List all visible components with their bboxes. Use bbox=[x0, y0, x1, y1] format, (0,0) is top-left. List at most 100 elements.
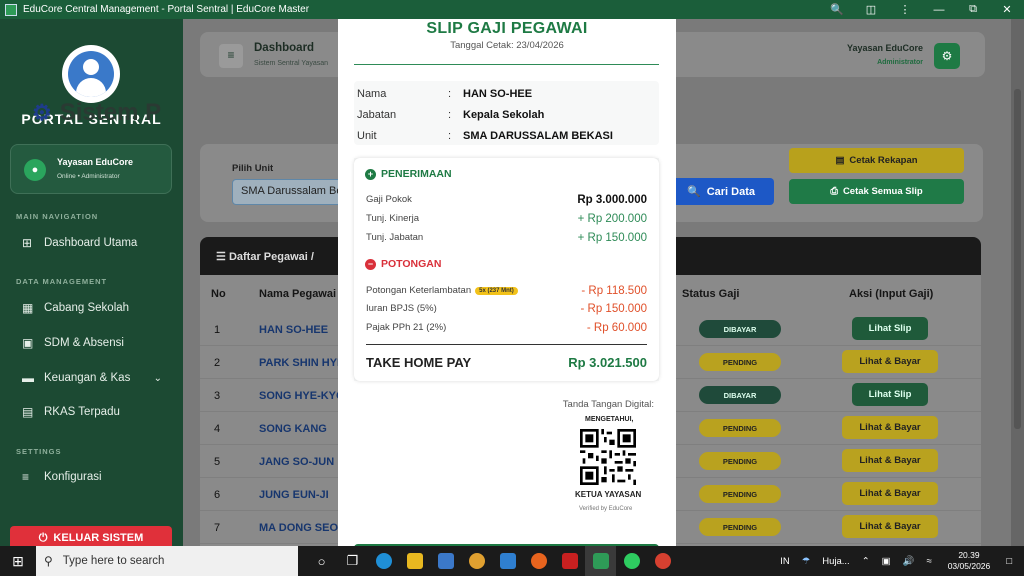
employee-name-link[interactable]: PARK SHIN HYE bbox=[259, 357, 344, 369]
app-icon[interactable] bbox=[554, 546, 585, 576]
edge-icon[interactable] bbox=[368, 546, 399, 576]
pay-area: + PENERIMAAN Gaji Pokok Rp 3.000.000 Tunj.… bbox=[354, 158, 659, 381]
sidebar-item-sdm[interactable]: ▣ SDM & Absensi bbox=[22, 336, 172, 350]
chrome-icon[interactable] bbox=[461, 546, 492, 576]
sidebar-item-label: Dashboard Utama bbox=[44, 237, 138, 249]
user-settings-icon[interactable]: ⚙ bbox=[934, 43, 960, 69]
clock[interactable]: 20.39 03/05/2026 bbox=[948, 550, 991, 572]
slip-print-date: Tanggal Cetak: 23/04/2026 bbox=[450, 40, 564, 51]
slip-title: SLIP GAJI PEGAWAI bbox=[426, 20, 588, 37]
cortana-icon[interactable]: ○ bbox=[306, 546, 337, 576]
sidebar-item-konfigurasi[interactable]: ≡ Konfigurasi bbox=[22, 470, 172, 484]
maximize-button[interactable]: ⧉ bbox=[956, 3, 990, 16]
search-icon: 🔍 bbox=[687, 186, 701, 198]
id-card-icon: ▣ bbox=[22, 336, 34, 350]
page-title: ⚙ Sistem P bbox=[32, 99, 162, 126]
task-view-icon[interactable]: ❐ bbox=[337, 546, 368, 576]
sidebar-item-label: Cabang Sekolah bbox=[44, 302, 130, 314]
mail-icon[interactable] bbox=[492, 546, 523, 576]
weather-text[interactable]: Huja... bbox=[822, 556, 849, 567]
building-icon: ▦ bbox=[22, 301, 34, 315]
network-icon[interactable]: ≈ bbox=[926, 556, 931, 567]
list-icon: ☰ bbox=[216, 251, 226, 263]
user-name: Yayasan EduCore bbox=[57, 157, 134, 167]
section-data-management: DATA MANAGEMENT bbox=[16, 277, 108, 286]
ketua-yayasan-label: KETUA YAYASAN bbox=[575, 490, 642, 499]
weather-icon[interactable]: ☂ bbox=[802, 556, 811, 567]
sidebar-item-label: RKAS Terpadu bbox=[44, 406, 120, 418]
lihat-slip-button[interactable]: Lihat Slip bbox=[852, 317, 928, 340]
col-nama: Nama Pegawai bbox=[259, 288, 337, 300]
header-subtitle: Sistem Sentral Yayasan bbox=[254, 60, 329, 67]
lihat-bayar-button[interactable]: Lihat & Bayar bbox=[842, 449, 938, 472]
scrollbar-thumb[interactable] bbox=[1014, 89, 1021, 429]
windows-start-icon[interactable]: ⊞ bbox=[0, 553, 36, 570]
tray-app-icon[interactable]: ▣ bbox=[882, 556, 891, 567]
extensions-icon[interactable]: ◫ bbox=[854, 3, 888, 16]
header-user-role: Administrator bbox=[877, 59, 923, 66]
status-badge: PENDING bbox=[699, 518, 781, 536]
status-badge: PENDING bbox=[699, 452, 781, 470]
document-icon: ▤ bbox=[22, 405, 34, 419]
employee-name-link[interactable]: HAN SO-HEE bbox=[259, 324, 328, 336]
user-icon: ● bbox=[24, 159, 46, 181]
user-card: ● Yayasan EduCore Online • Administrator bbox=[10, 144, 172, 194]
signature-title: Tanda Tangan Digital: bbox=[562, 399, 654, 410]
chevron-up-icon[interactable]: ⌃ bbox=[862, 556, 870, 567]
lihat-bayar-button[interactable]: Lihat & Bayar bbox=[842, 416, 938, 439]
close-button[interactable]: ✕ bbox=[990, 3, 1024, 16]
file-icon: ▤ bbox=[835, 155, 845, 166]
notification-icon[interactable]: □ bbox=[1006, 556, 1012, 567]
status-badge: DIBAYAR bbox=[699, 386, 781, 404]
window-title: EduCore Central Management - Portal Sent… bbox=[23, 4, 310, 15]
status-badge: PENDING bbox=[699, 485, 781, 503]
cetak-semua-slip-button[interactable]: ⎙ Cetak Semua Slip bbox=[789, 179, 964, 204]
sidebar-item-dashboard[interactable]: ⊞ Dashboard Utama bbox=[22, 236, 172, 250]
logout-button[interactable]: ⏻ KELUAR SISTEM bbox=[10, 526, 172, 546]
menu-dots-icon[interactable]: ⋮ bbox=[888, 3, 922, 16]
store-icon[interactable] bbox=[430, 546, 461, 576]
cari-data-button[interactable]: 🔍 Cari Data bbox=[668, 178, 774, 205]
employee-name-link[interactable]: SONG HYE-KYO bbox=[259, 390, 345, 402]
section-settings: SETTINGS bbox=[16, 447, 62, 456]
take-home-pay-label: TAKE HOME PAY bbox=[366, 355, 472, 370]
pph21-row: Pajak PPh 21 (2%) - Rp 60.000 bbox=[366, 322, 647, 334]
browser-viewport: PORTAL SENTRAL ● Yayasan EduCore Online … bbox=[0, 19, 1024, 546]
col-aksi: Aksi (Input Gaji) bbox=[849, 288, 934, 300]
sidebar-item-rkas[interactable]: ▤ RKAS Terpadu bbox=[22, 405, 172, 419]
language-indicator[interactable]: IN bbox=[780, 556, 790, 567]
plus-circle-icon: + bbox=[365, 168, 376, 180]
cetak-rekapan-button[interactable]: ▤ Cetak Rekapan bbox=[789, 148, 964, 173]
file-explorer-icon[interactable] bbox=[399, 546, 430, 576]
minus-circle-icon: − bbox=[365, 258, 376, 270]
educore-browser-icon[interactable] bbox=[585, 546, 616, 576]
lihat-bayar-button[interactable]: Lihat & Bayar bbox=[842, 482, 938, 505]
sidebar-item-label: SDM & Absensi bbox=[44, 337, 124, 349]
hamburger-menu-icon[interactable]: ≡ bbox=[219, 44, 243, 68]
employee-name-link[interactable]: JUNG EUN-JI bbox=[259, 489, 329, 501]
firefox-icon[interactable] bbox=[523, 546, 554, 576]
volume-icon[interactable]: 🔊 bbox=[903, 556, 915, 567]
chrome-profile-icon[interactable] bbox=[647, 546, 678, 576]
minimize-button[interactable]: — bbox=[922, 4, 956, 16]
status-badge: DIBAYAR bbox=[699, 320, 781, 338]
section-main-navigation: MAIN NAVIGATION bbox=[16, 212, 99, 221]
employee-name-link[interactable]: SONG KANG bbox=[259, 423, 327, 435]
sidebar-item-cabang[interactable]: ▦ Cabang Sekolah bbox=[22, 301, 172, 315]
whatsapp-icon[interactable] bbox=[616, 546, 647, 576]
lihat-bayar-button[interactable]: Lihat & Bayar bbox=[842, 350, 938, 373]
unit-label: Pilih Unit bbox=[232, 163, 274, 174]
wallet-icon: ▬ bbox=[22, 371, 34, 385]
page-scrollbar[interactable] bbox=[1011, 19, 1024, 546]
employee-name-link[interactable]: JANG SO-JUN bbox=[259, 456, 334, 468]
keterlambatan-row: Potongan Keterlambatan 5x (237 Mnt) - Rp 1… bbox=[366, 285, 647, 297]
unit-select[interactable]: SMA Darussalam Be bbox=[232, 179, 352, 205]
sidebar-item-keuangan[interactable]: ▬ Keuangan & Kas ⌄ bbox=[22, 371, 172, 385]
lihat-slip-button[interactable]: Lihat Slip bbox=[852, 383, 928, 406]
zoom-icon[interactable]: 🔍 bbox=[820, 3, 854, 16]
taskbar-search[interactable]: ⚲ Type here to search bbox=[36, 546, 298, 576]
lihat-bayar-button[interactable]: Lihat & Bayar bbox=[842, 515, 938, 538]
potongan-heading: − POTONGAN bbox=[365, 258, 441, 270]
employee-name-link[interactable]: MA DONG SEO bbox=[259, 522, 338, 534]
header-user-name: Yayasan EduCore bbox=[846, 43, 923, 53]
